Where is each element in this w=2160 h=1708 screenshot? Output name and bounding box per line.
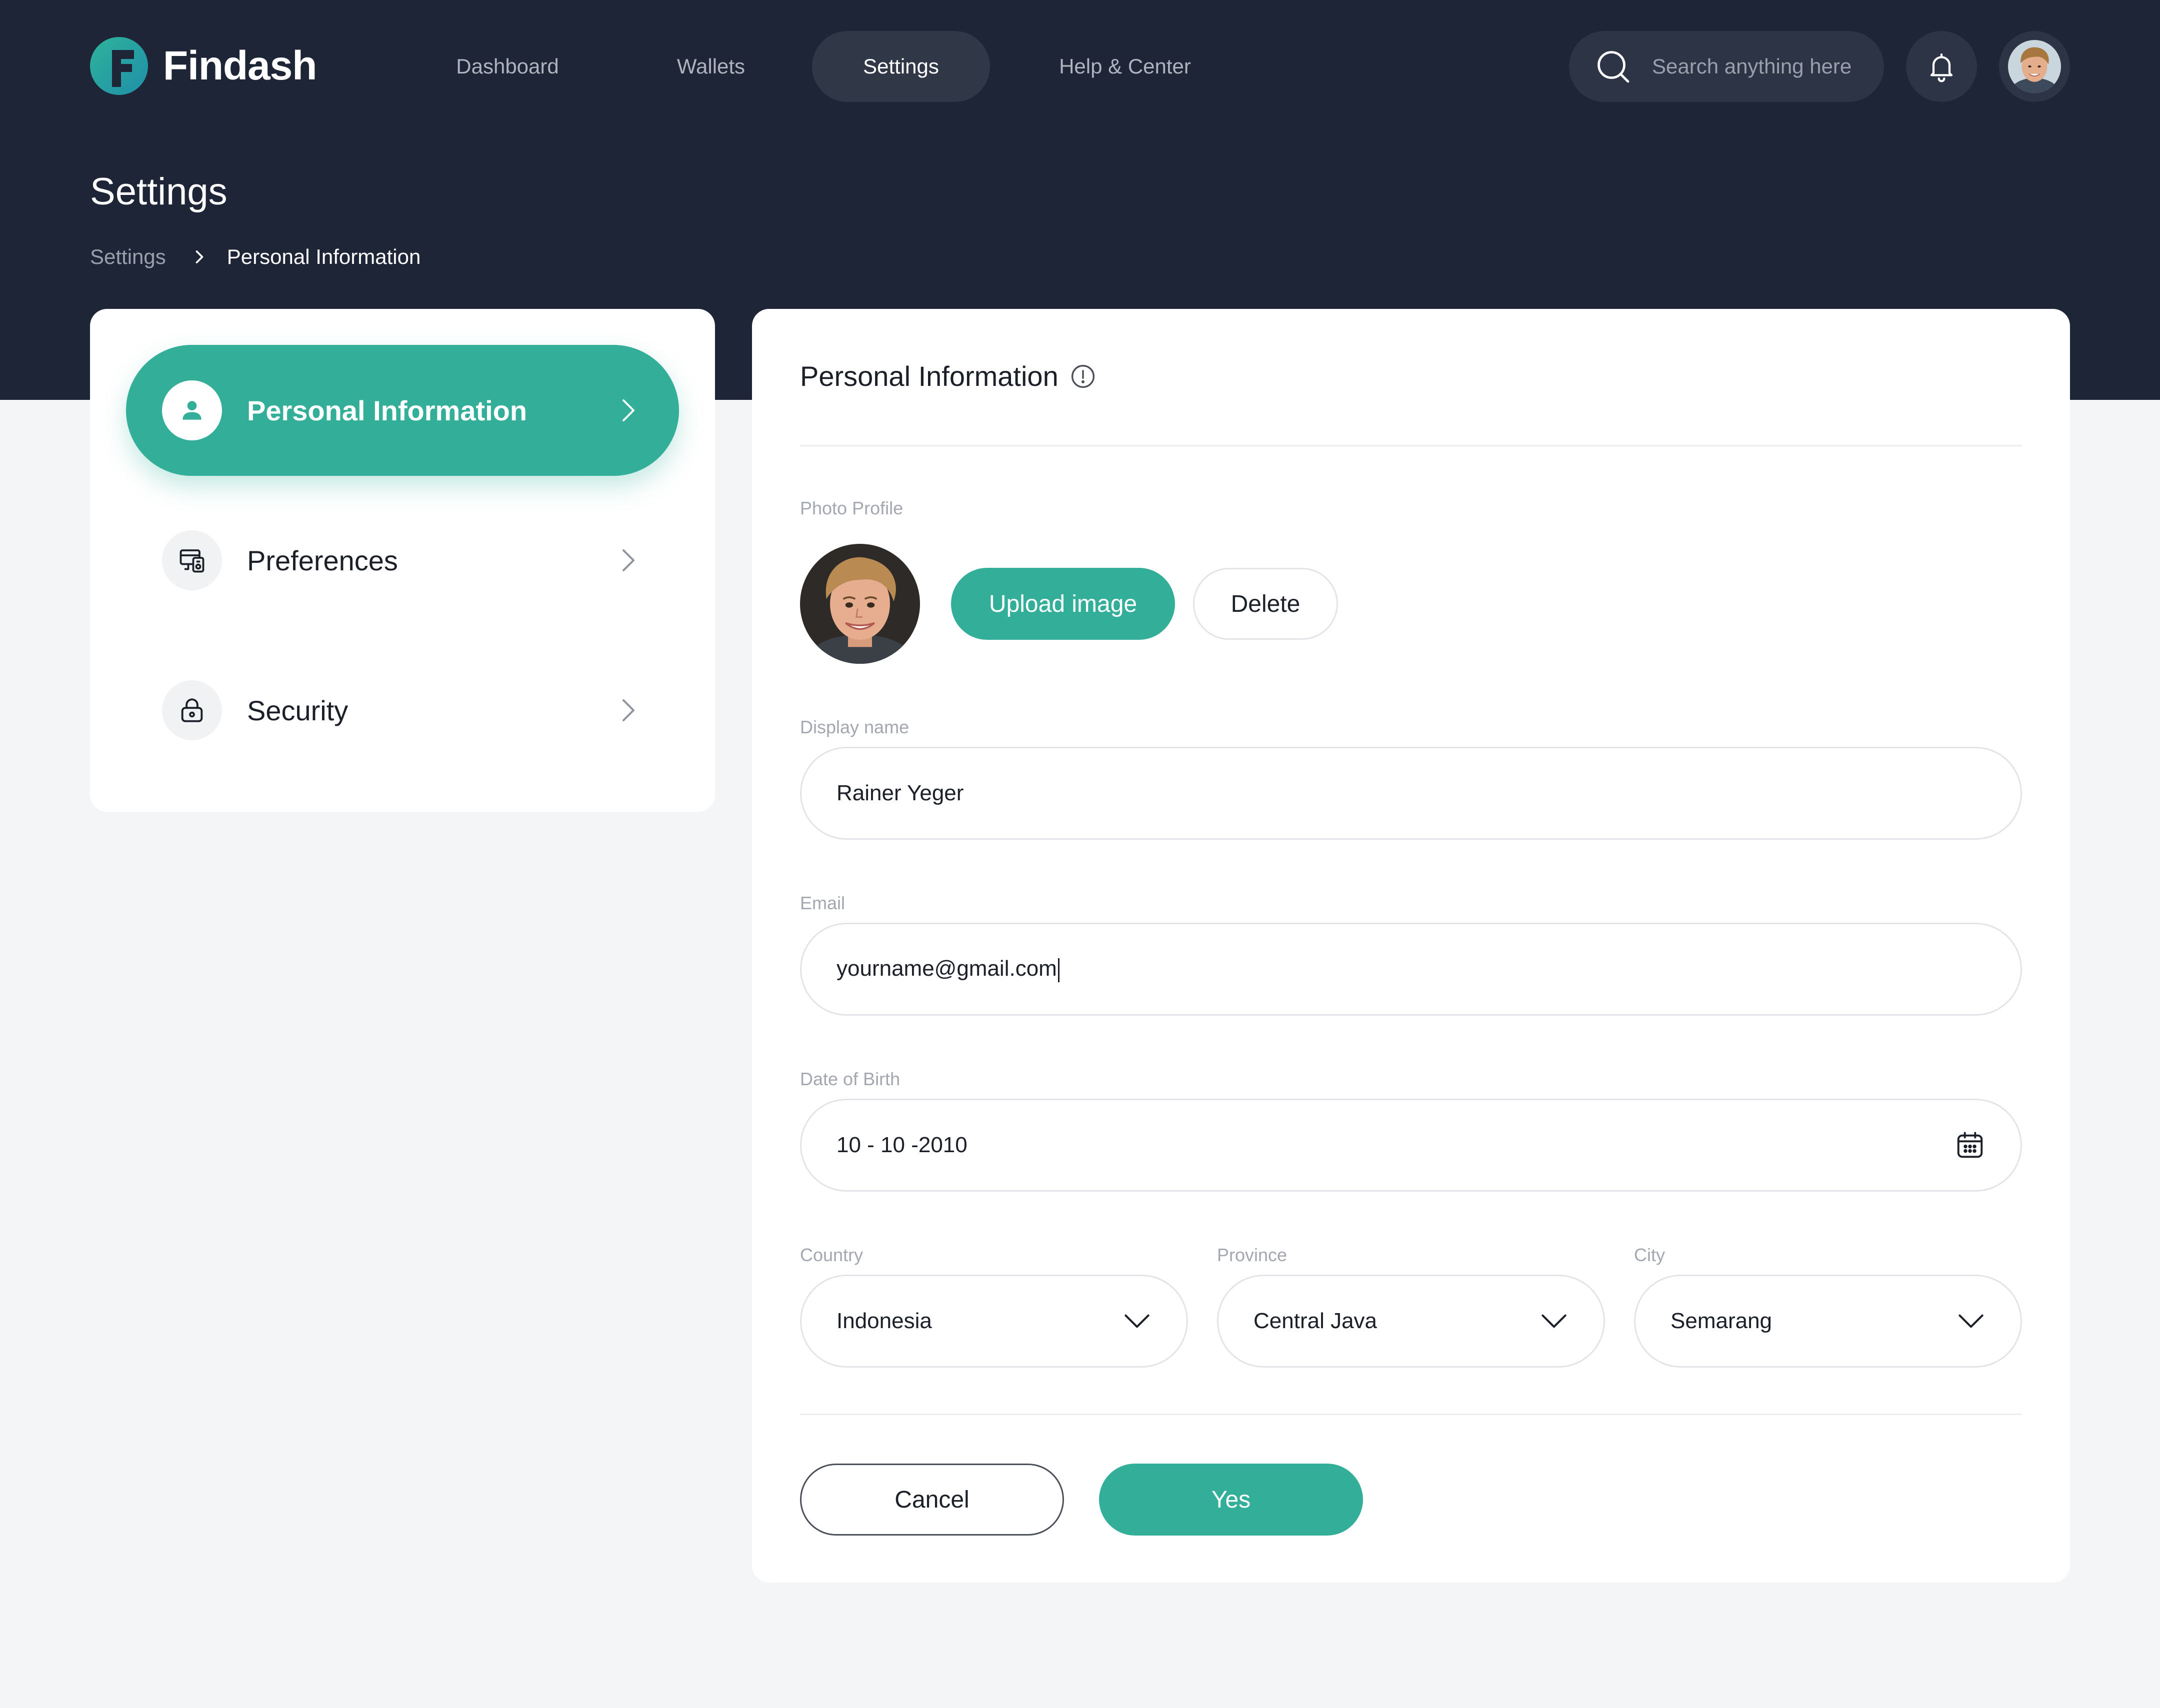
chevron-down-icon (1540, 1313, 1568, 1330)
photo-profile-label: Photo Profile (800, 498, 904, 518)
breadcrumb: Settings Personal Information (90, 245, 420, 269)
display-name-field[interactable]: Rainer Yeger (800, 747, 2022, 840)
upload-image-button[interactable]: Upload image (951, 568, 1175, 640)
delete-photo-button[interactable]: Delete (1193, 568, 1338, 640)
user-icon-badge (162, 380, 222, 440)
personal-information-form: Personal Information Photo Profile Uploa… (752, 309, 2070, 1583)
findash-logo-icon (90, 37, 148, 95)
calendar-icon[interactable] (1954, 1130, 1986, 1161)
brand-logo[interactable]: Findash (90, 37, 317, 95)
sidebar-item-security[interactable]: Security (126, 645, 679, 776)
nav-wallets[interactable]: Wallets (653, 31, 769, 102)
avatar-image (2008, 40, 2061, 93)
country-value: Indonesia (836, 1309, 932, 1333)
lock-icon (181, 698, 203, 722)
email-field[interactable]: yourname@gmail.com (800, 923, 2022, 1016)
bell-icon (1930, 53, 1953, 82)
city-value: Semarang (1670, 1309, 1772, 1333)
breadcrumb-current: Personal Information (226, 245, 421, 268)
notification-button[interactable] (1906, 31, 1977, 102)
chevron-right-icon (621, 397, 636, 423)
dob-field[interactable]: 10 - 10 -2010 (800, 1099, 2022, 1192)
email-field-value: yourname@gmail.com (836, 956, 2020, 982)
profile-photo (800, 544, 920, 664)
brand-name: Findash (163, 43, 317, 88)
search-icon (1598, 51, 1630, 83)
form-title: Personal Information (800, 360, 1096, 392)
info-icon[interactable] (1070, 363, 1096, 390)
footer-divider (800, 1414, 2022, 1415)
nav-help-center[interactable]: Help & Center (1040, 31, 1210, 102)
country-select[interactable]: Indonesia (800, 1275, 1188, 1368)
nav-dashboard[interactable]: Dashboard (435, 31, 580, 102)
user-avatar[interactable] (1999, 31, 2070, 102)
province-label: Province (1217, 1245, 1288, 1265)
email-value: yourname@gmail.com (836, 956, 1057, 981)
display-name-value: Rainer Yeger (836, 781, 964, 805)
display-name-label: Display name (800, 717, 910, 737)
city-select[interactable]: Semarang (1634, 1275, 2022, 1368)
lock-icon-badge (162, 680, 222, 740)
sidebar-item-label: Preferences (247, 544, 398, 576)
form-title-text: Personal Information (800, 360, 1058, 392)
city-label: City (1634, 1245, 1665, 1265)
dob-label: Date of Birth (800, 1069, 900, 1089)
sidebar-item-label: Personal Information (247, 394, 528, 426)
page-title: Settings (90, 170, 228, 213)
settings-sidebar: Personal Information Preferences Securit… (90, 309, 715, 812)
chevron-right-icon (621, 547, 636, 573)
chevron-down-icon (1122, 1313, 1152, 1330)
sidebar-item-preferences[interactable]: Preferences (126, 495, 679, 626)
yes-button[interactable]: Yes (1099, 1464, 1363, 1536)
preferences-icon-badge (162, 530, 222, 590)
breadcrumb-settings[interactable]: Settings (90, 245, 166, 269)
nav-settings[interactable]: Settings (812, 31, 990, 102)
chevron-right-icon (621, 697, 636, 723)
country-label: Country (800, 1245, 864, 1265)
profile-photo-image (800, 544, 920, 664)
sidebar-item-personal-information[interactable]: Personal Information (126, 345, 679, 476)
province-value: Central Java (1254, 1309, 1378, 1333)
text-caret (1058, 958, 1060, 982)
header-divider (800, 445, 2022, 446)
dob-value: 10 - 10 -2010 (836, 1133, 968, 1157)
province-select[interactable]: Central Java (1217, 1275, 1605, 1368)
email-label: Email (800, 893, 846, 913)
chevron-right-icon (194, 249, 205, 264)
cancel-button[interactable]: Cancel (800, 1464, 1064, 1536)
sidebar-item-label: Security (247, 694, 348, 726)
preferences-icon (180, 549, 204, 573)
search-input[interactable]: Search anything here (1569, 31, 1884, 102)
user-icon (182, 401, 202, 420)
search-placeholder: Search anything here (1652, 54, 1852, 78)
chevron-down-icon (1956, 1313, 1986, 1330)
